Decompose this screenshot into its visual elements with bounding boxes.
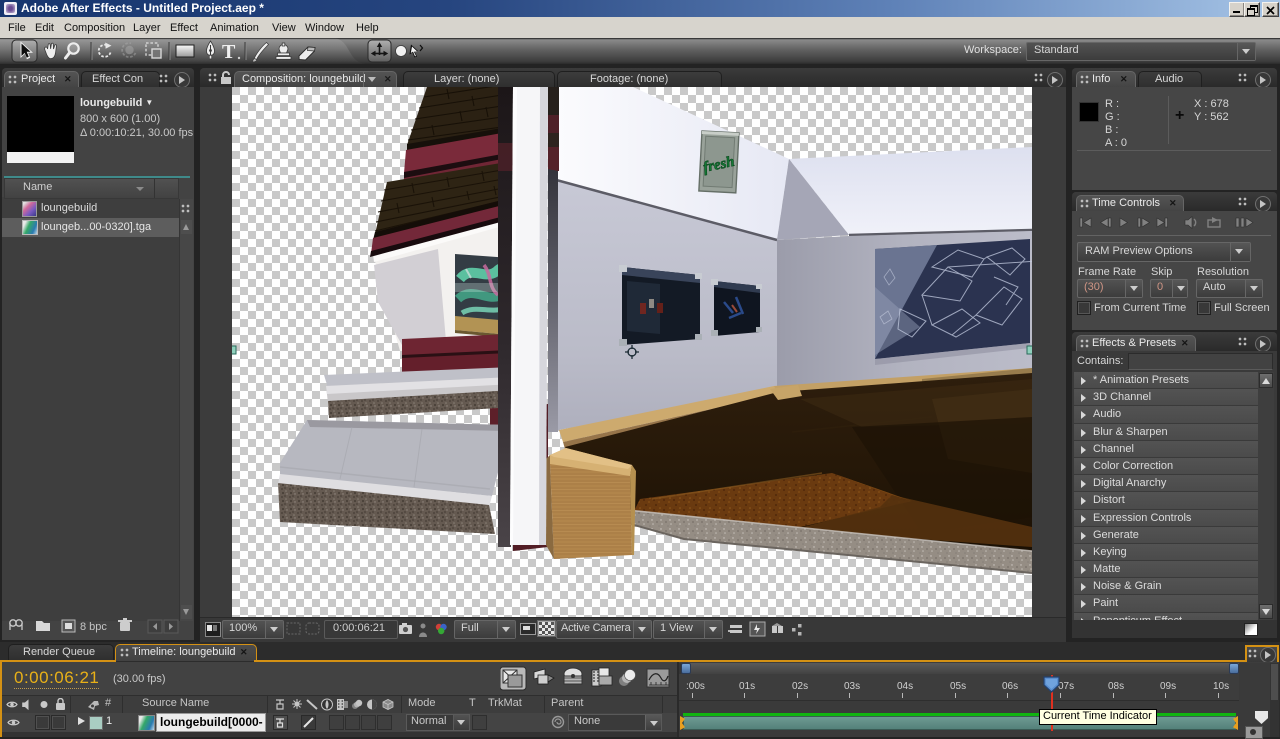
svg-text:T: T bbox=[222, 41, 236, 63]
svg-text:8 bpc: 8 bpc bbox=[80, 621, 107, 633]
